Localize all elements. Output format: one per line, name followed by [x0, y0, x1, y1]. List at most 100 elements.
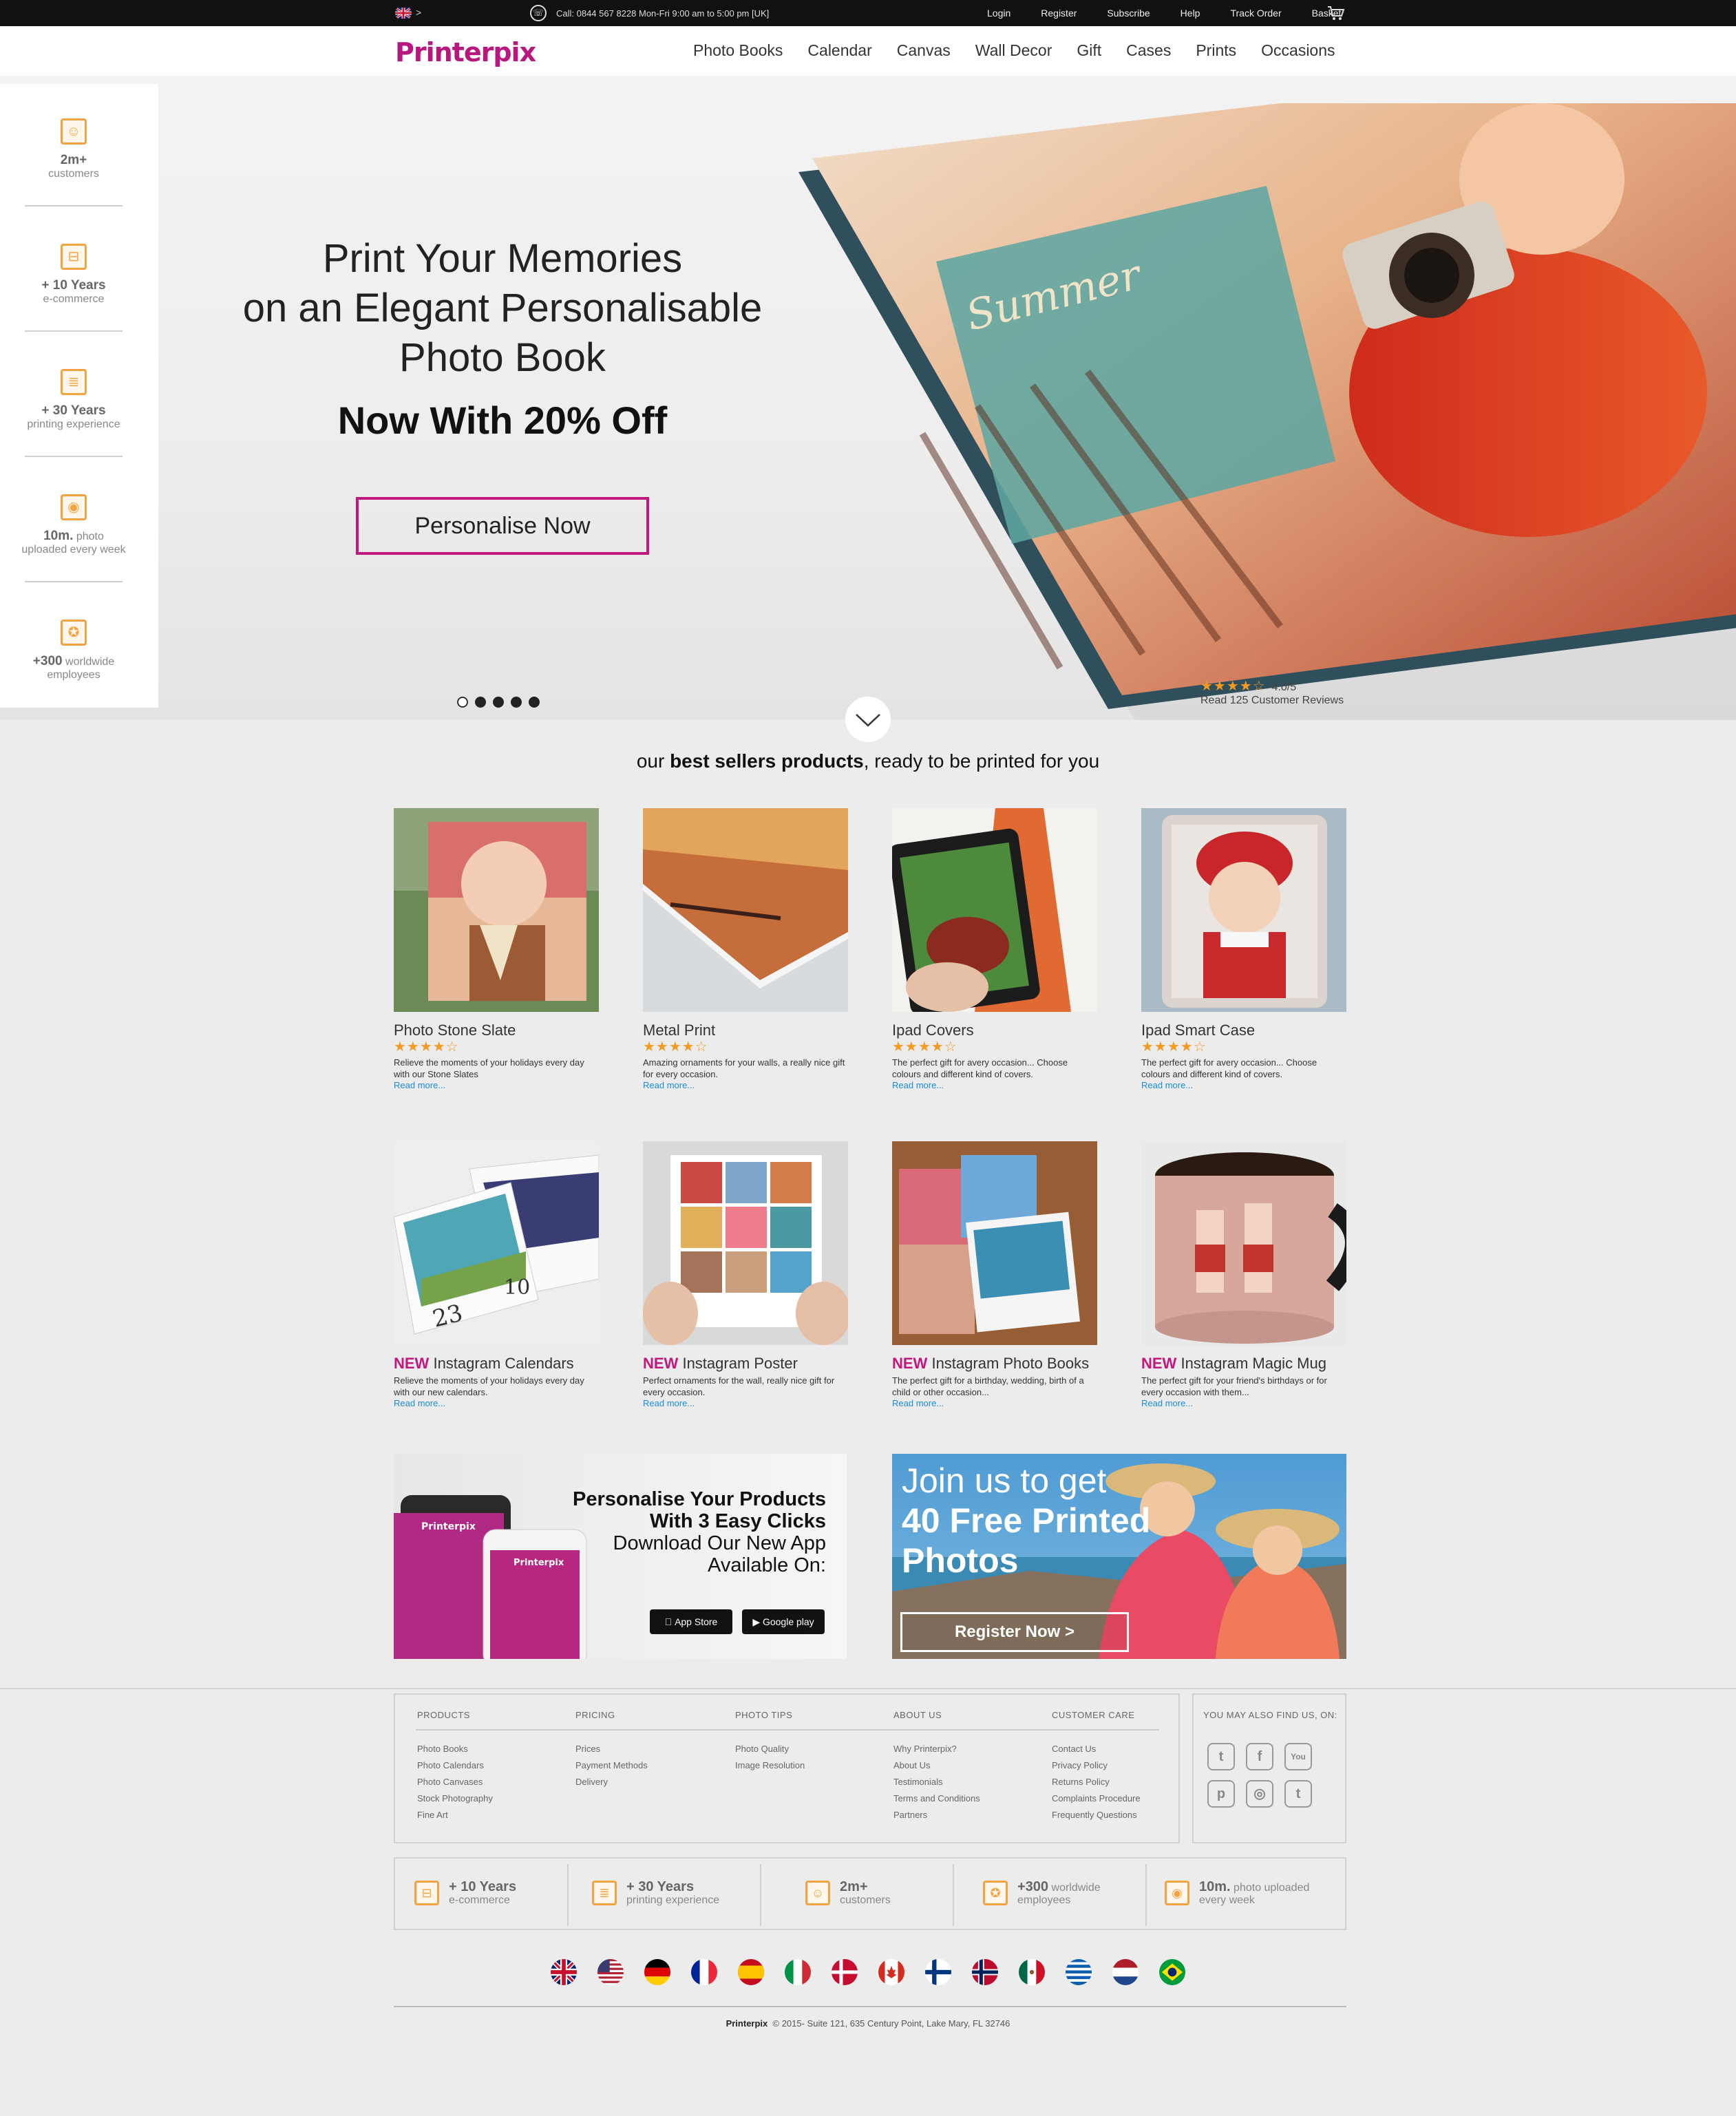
- nav-cases[interactable]: Cases: [1126, 41, 1171, 60]
- read-more-link[interactable]: Read more...: [643, 1398, 848, 1408]
- read-more-link[interactable]: Read more...: [892, 1080, 1097, 1090]
- hero-title: Print Your Memories on an Elegant Person…: [242, 236, 763, 380]
- subscribe-link[interactable]: Subscribe: [1107, 8, 1150, 19]
- top-bar: > ☏ Call: 0844 567 8228 Mon-Fri 9:00 am …: [0, 0, 1736, 26]
- product-card[interactable]: Photo Stone Slate ★★★★☆ Relieve the mome…: [394, 808, 599, 1090]
- product-card[interactable]: 23 10 NEW Instagram Calendars Relieve the…: [394, 1141, 599, 1408]
- google-play-button[interactable]: ▶ Google play: [742, 1609, 825, 1634]
- product-card[interactable]: NEW Instagram Photo Books The perfect gi…: [892, 1141, 1097, 1408]
- product-name[interactable]: Ipad Smart Case: [1141, 1022, 1255, 1039]
- side-stats-panel: ☺ 2m+ customers ⊟ + 10 Years e-commerce …: [0, 84, 158, 708]
- footer-col-pricing: PRICING Prices Payment Methods Delivery: [575, 1710, 648, 1787]
- twitter-icon[interactable]: t: [1207, 1743, 1235, 1770]
- brazil-flag-icon[interactable]: [1159, 1959, 1185, 1985]
- personalise-now-button[interactable]: Personalise Now: [356, 497, 649, 555]
- camera-icon: ◉: [1165, 1880, 1189, 1905]
- nav-prints[interactable]: Prints: [1196, 41, 1236, 60]
- footer-stat-employees: ✪ +300 worldwide employees: [983, 1879, 1101, 1906]
- tumblr-icon[interactable]: t: [1284, 1780, 1312, 1808]
- join-promo-banner[interactable]: Join us to get 40 Free Printed Photos Reg…: [892, 1454, 1346, 1659]
- logo[interactable]: Printerpix: [395, 37, 536, 67]
- badge-icon: ✪: [983, 1880, 1008, 1905]
- france-flag-icon[interactable]: [691, 1959, 717, 1985]
- netherlands-flag-icon[interactable]: [1112, 1959, 1139, 1985]
- product-name[interactable]: Ipad Covers: [892, 1022, 974, 1039]
- canada-flag-icon[interactable]: [878, 1959, 904, 1985]
- register-link[interactable]: Register: [1041, 8, 1077, 19]
- slider-dot[interactable]: [475, 697, 486, 708]
- youtube-icon[interactable]: You: [1284, 1743, 1312, 1770]
- pinterest-icon[interactable]: p: [1207, 1780, 1235, 1808]
- finland-flag-icon[interactable]: [925, 1959, 951, 1985]
- product-image[interactable]: [1141, 808, 1346, 1012]
- product-image[interactable]: [892, 808, 1097, 1012]
- slider-dot[interactable]: [511, 697, 522, 708]
- nav-calendar[interactable]: Calendar: [807, 41, 871, 60]
- facebook-icon[interactable]: f: [1246, 1743, 1273, 1770]
- help-link[interactable]: Help: [1181, 8, 1200, 19]
- phone-icon: ☏: [530, 5, 547, 21]
- main-nav: Photo Books Calendar Canvas Wall Decor G…: [693, 41, 1360, 60]
- product-card[interactable]: Ipad Covers ★★★★☆ The perfect gift for a…: [892, 808, 1097, 1090]
- product-name[interactable]: Instagram Photo Books: [931, 1355, 1089, 1372]
- scroll-down-chevron-icon[interactable]: [845, 697, 891, 742]
- product-name[interactable]: Instagram Magic Mug: [1181, 1355, 1326, 1372]
- cart-icon[interactable]: [1327, 5, 1345, 21]
- camera-icon: ◉: [61, 494, 87, 520]
- product-image[interactable]: 23 10: [394, 1141, 599, 1345]
- divider: [25, 330, 123, 332]
- instagram-icon[interactable]: ◎: [1246, 1780, 1273, 1808]
- app-promo-banner[interactable]: Printerpix Printerpix Personalise Your P…: [394, 1454, 847, 1659]
- new-badge: NEW: [394, 1355, 430, 1372]
- nav-wall-decor[interactable]: Wall Decor: [975, 41, 1052, 60]
- product-image[interactable]: [643, 808, 848, 1012]
- uk-flag-icon[interactable]: [395, 6, 412, 21]
- nav-canvas[interactable]: Canvas: [897, 41, 951, 60]
- germany-flag-icon[interactable]: [644, 1959, 670, 1985]
- us-flag-icon[interactable]: [597, 1959, 624, 1985]
- read-more-link[interactable]: Read more...: [394, 1398, 599, 1408]
- greece-flag-icon[interactable]: [1066, 1959, 1092, 1985]
- document-icon: ≣: [592, 1880, 617, 1905]
- product-image[interactable]: [394, 808, 599, 1012]
- product-description: Perfect ornaments for the wall, really n…: [643, 1375, 835, 1397]
- mexico-flag-icon[interactable]: [1019, 1959, 1045, 1985]
- read-more-link[interactable]: Read more...: [1141, 1398, 1346, 1408]
- product-name[interactable]: Photo Stone Slate: [394, 1022, 516, 1039]
- denmark-flag-icon[interactable]: [832, 1959, 858, 1985]
- slider-dot[interactable]: [457, 697, 468, 708]
- norway-flag-icon[interactable]: [972, 1959, 998, 1985]
- product-image[interactable]: [1141, 1141, 1346, 1345]
- divider: [25, 205, 123, 207]
- product-name[interactable]: Metal Print: [643, 1022, 715, 1039]
- read-more-link[interactable]: Read more...: [394, 1080, 599, 1090]
- nav-occasions[interactable]: Occasions: [1261, 41, 1335, 60]
- product-card[interactable]: NEW Instagram Magic Mug The perfect gift…: [1141, 1141, 1346, 1408]
- nav-photo-books[interactable]: Photo Books: [693, 41, 783, 60]
- track-order-link[interactable]: Track Order: [1230, 8, 1281, 19]
- slider-dot[interactable]: [493, 697, 504, 708]
- product-image[interactable]: [643, 1141, 848, 1345]
- star-rating-icon: ★★★★☆: [892, 1039, 957, 1055]
- product-card[interactable]: NEW Instagram Poster Perfect ornaments f…: [643, 1141, 848, 1408]
- read-more-link[interactable]: Read more...: [643, 1080, 848, 1090]
- product-card[interactable]: Metal Print ★★★★☆ Amazing ornaments for …: [643, 808, 848, 1090]
- register-now-button[interactable]: Register Now >: [900, 1612, 1129, 1652]
- reviews-link[interactable]: Read 125 Customer Reviews: [1200, 695, 1344, 707]
- login-link[interactable]: Login: [987, 8, 1010, 19]
- product-image[interactable]: [892, 1141, 1097, 1345]
- italy-flag-icon[interactable]: [785, 1959, 811, 1985]
- product-name[interactable]: Instagram Calendars: [433, 1355, 573, 1372]
- star-rating-icon: ★★★★☆: [643, 1039, 708, 1055]
- spain-flag-icon[interactable]: [738, 1959, 764, 1985]
- read-more-link[interactable]: Read more...: [1141, 1080, 1346, 1090]
- uk-flag-icon[interactable]: [551, 1959, 577, 1985]
- product-card[interactable]: Ipad Smart Case ★★★★☆ The perfect gift f…: [1141, 808, 1346, 1090]
- product-name[interactable]: Instagram Poster: [682, 1355, 798, 1372]
- language-arrow[interactable]: >: [416, 7, 421, 18]
- nav-gift[interactable]: Gift: [1077, 41, 1101, 60]
- read-more-link[interactable]: Read more...: [892, 1398, 1097, 1408]
- cart-icon: ⊟: [61, 244, 87, 270]
- app-store-button[interactable]:  App Store: [650, 1609, 732, 1634]
- slider-dot[interactable]: [529, 697, 540, 708]
